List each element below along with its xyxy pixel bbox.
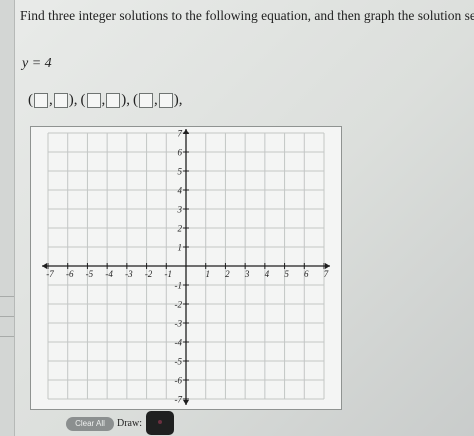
margin-tick xyxy=(0,316,14,317)
y-tick-label: -3 xyxy=(175,319,183,329)
x-tick-label: 3 xyxy=(244,269,250,279)
x-tick-label: 7 xyxy=(324,269,329,279)
x-tick-label: 5 xyxy=(284,269,289,279)
x-tick-label: -6 xyxy=(66,269,74,279)
x-tick-label: 4 xyxy=(265,269,270,279)
x-tick-label: 1 xyxy=(205,269,210,279)
y-tick-label: -6 xyxy=(175,376,183,386)
x-tick-label: -7 xyxy=(46,269,54,279)
y-tick-label: 1 xyxy=(178,243,183,253)
draw-point-tool[interactable] xyxy=(146,411,174,435)
y-input-1[interactable] xyxy=(53,92,68,108)
x-tick-label: -5 xyxy=(86,269,94,279)
clear-all-button[interactable]: Clear All xyxy=(66,417,114,431)
x-tick-label: -1 xyxy=(165,269,173,279)
y-tick-label: 5 xyxy=(178,167,183,177)
x-tick-label: -4 xyxy=(105,269,113,279)
y-axis-arrow-icon xyxy=(183,400,189,405)
answer-blanks: ( , ), ( , ), ( , ), xyxy=(28,91,183,109)
y-tick-label: 4 xyxy=(178,186,183,196)
y-tick-label: -1 xyxy=(175,281,183,291)
y-tick-label: -7 xyxy=(175,395,183,405)
y-tick-label: -2 xyxy=(175,300,183,310)
open-paren: ( xyxy=(133,91,138,108)
equation: y = 4 xyxy=(22,56,52,71)
margin-tick xyxy=(0,336,14,337)
ordered-pair-2: ( , ), xyxy=(80,91,130,109)
open-paren: ( xyxy=(80,91,86,108)
y-tick-label: 6 xyxy=(178,148,183,158)
y-tick-label: 7 xyxy=(178,129,183,139)
point-dot-icon xyxy=(158,420,162,424)
left-margin-rule xyxy=(0,0,15,436)
comma: , xyxy=(49,91,53,108)
y-input-2[interactable] xyxy=(106,92,121,108)
comma: , xyxy=(101,91,106,108)
question-prompt: Find three integer solutions to the foll… xyxy=(20,8,474,23)
ordered-pair-3: ( , ), xyxy=(133,92,183,109)
close-paren: ), xyxy=(68,91,78,108)
y-input-3[interactable] xyxy=(158,92,173,108)
x-tick-label: -3 xyxy=(125,269,133,279)
coordinate-plane[interactable]: -7 -6 -5 -4 -3 -2 -1 1 2 3 4 5 6 7 7 6 5 4 3 2 1 -1 -2 -3 -4 -5 -6… xyxy=(31,127,341,409)
x-input-3[interactable] xyxy=(139,92,153,108)
x-tick-label: -2 xyxy=(145,269,153,279)
close-paren: ), xyxy=(173,91,183,108)
x-tick-label: 6 xyxy=(304,269,309,279)
x-input-1[interactable] xyxy=(34,92,48,108)
ordered-pair-1: ( , ), xyxy=(28,92,78,109)
x-tick-label: 2 xyxy=(225,269,230,279)
close-paren: ), xyxy=(121,91,130,108)
y-tick-label: 2 xyxy=(178,224,183,234)
margin-tick xyxy=(0,296,14,297)
y-tick-label: 3 xyxy=(177,205,183,215)
y-tick-label: -5 xyxy=(175,357,183,367)
graphing-area[interactable]: -7 -6 -5 -4 -3 -2 -1 1 2 3 4 5 6 7 7 6 5 4 3 2 1 -1 -2 -3 -4 -5 -6… xyxy=(30,126,342,410)
draw-label: Draw: xyxy=(117,418,142,429)
y-tick-label: -4 xyxy=(175,338,183,348)
open-paren: ( xyxy=(28,91,33,108)
comma: , xyxy=(154,91,158,108)
x-input-2[interactable] xyxy=(86,92,101,108)
